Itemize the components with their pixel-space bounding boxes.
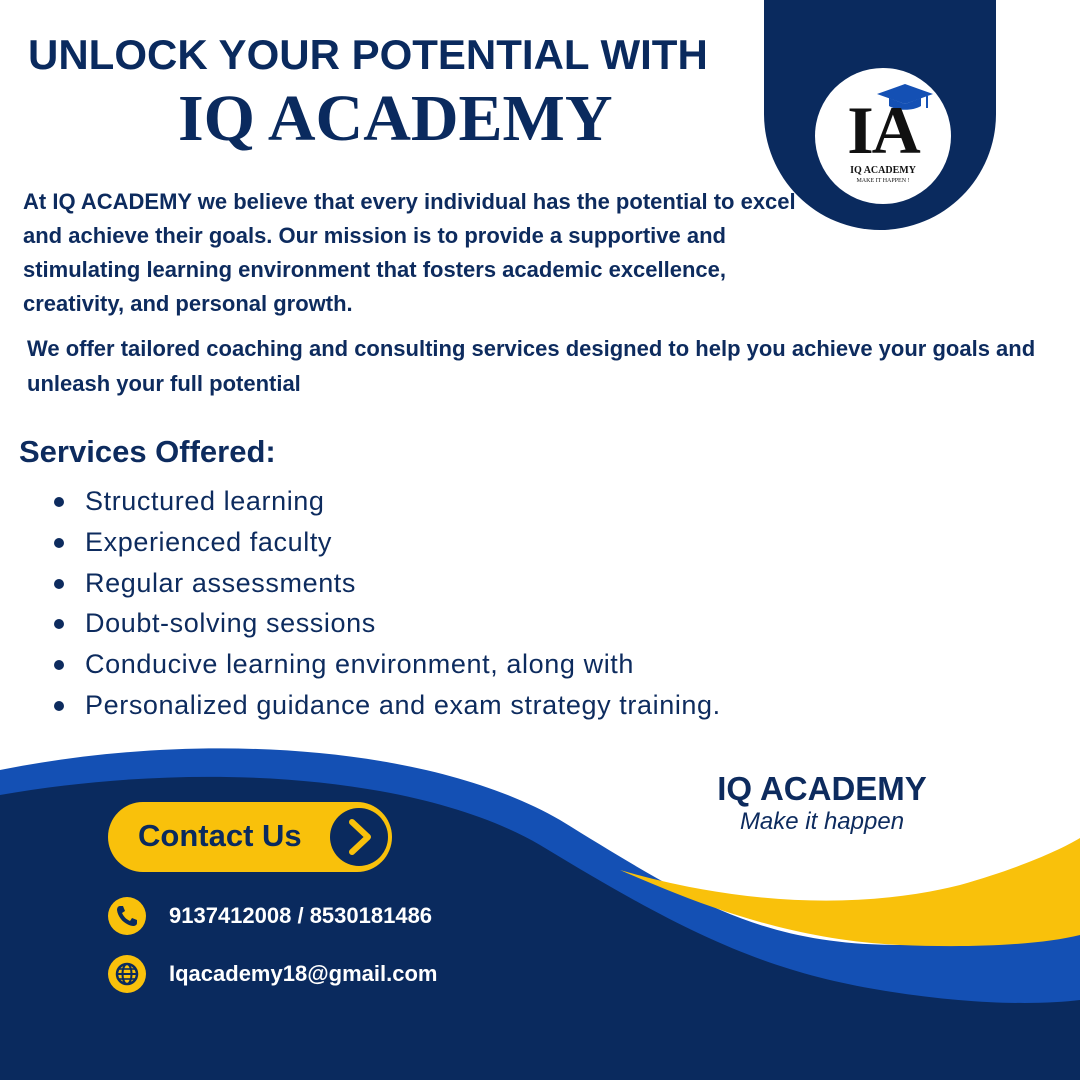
phone-number[interactable]: 9137412008 / 8530181486 xyxy=(169,905,432,927)
list-item: Structured learning xyxy=(54,481,721,522)
contact-us-label: Contact Us xyxy=(138,818,302,853)
list-item: Conducive learning environment, along wi… xyxy=(54,644,721,685)
chevron-right-icon xyxy=(330,808,388,866)
logo-monogram: IA xyxy=(847,92,921,168)
logo: IA IQ ACADEMY MAKE IT HAPPEN ! xyxy=(815,68,951,204)
brand-tagline: Make it happen xyxy=(739,808,905,835)
phone-icon xyxy=(108,897,146,935)
services-list: Structured learning Experienced faculty … xyxy=(54,481,721,726)
list-item: Personalized guidance and exam strategy … xyxy=(54,685,721,726)
email-address[interactable]: Iqacademy18@gmail.com xyxy=(169,963,437,985)
logo-name: IQ ACADEMY xyxy=(850,165,916,176)
brand-name: IQ ACADEMY xyxy=(717,770,927,807)
list-item: Regular assessments xyxy=(54,563,721,604)
list-item: Experienced faculty xyxy=(54,522,721,563)
globe-icon xyxy=(108,955,146,993)
contact-us-button[interactable]: Contact Us xyxy=(108,802,392,872)
list-item: Doubt-solving sessions xyxy=(54,603,721,644)
offer-paragraph: We offer tailored coaching and consultin… xyxy=(27,336,1036,396)
headline-line-1: UNLOCK YOUR POTENTIAL WITH xyxy=(28,31,708,78)
headline-line-2: IQ ACADEMY xyxy=(178,82,613,155)
intro-paragraph: At IQ ACADEMY we believe that every indi… xyxy=(23,189,796,316)
logo-tagline: MAKE IT HAPPEN ! xyxy=(856,178,910,184)
services-heading: Services Offered: xyxy=(19,434,276,469)
